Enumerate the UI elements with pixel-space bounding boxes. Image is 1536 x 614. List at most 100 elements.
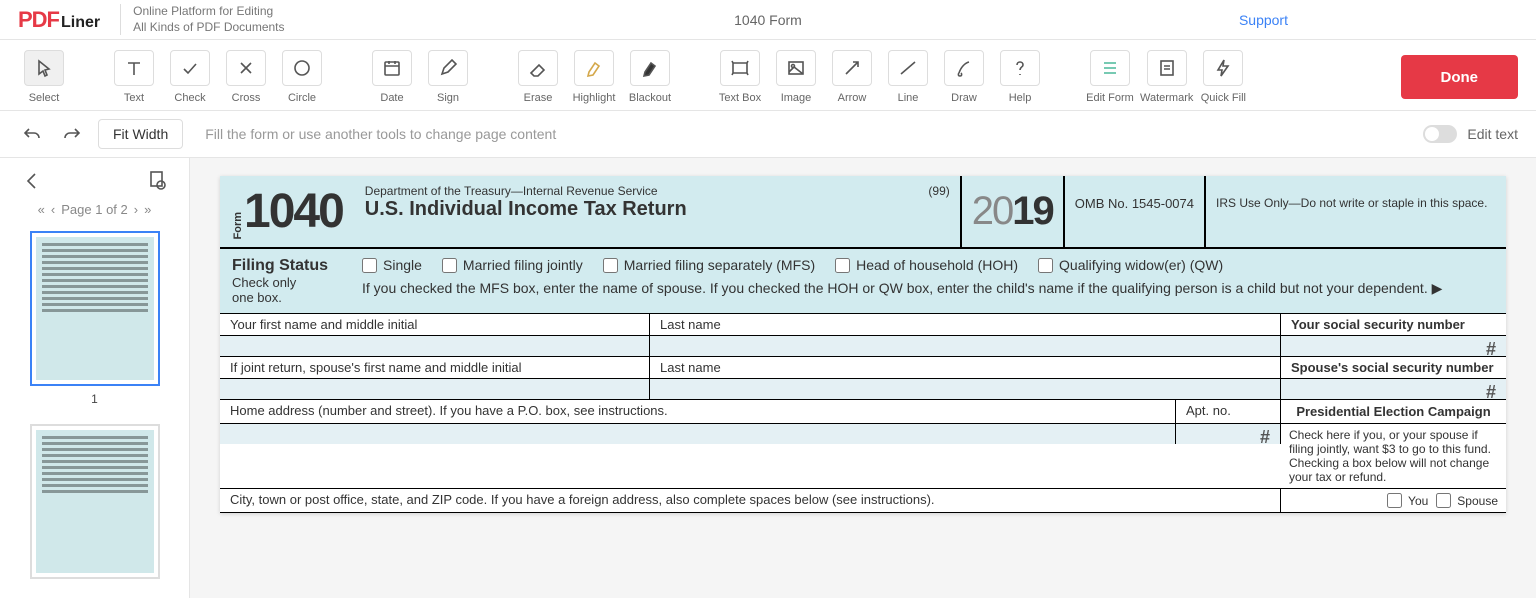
cb-qw[interactable]: Qualifying widow(er) (QW) [1038,257,1223,273]
cb-you[interactable]: You [1387,493,1428,508]
fname-label: Your first name and middle initial [220,314,650,335]
redo-button[interactable] [58,120,86,148]
draw-tool[interactable]: Draw [938,50,990,104]
slname-field[interactable] [650,379,1281,399]
pres-title: Presidential Election Campaign [1289,404,1498,419]
calendar-icon [382,58,402,78]
circle-icon [292,58,312,78]
form-1040: Form 1040 (99) Department of the Treasur… [220,176,1506,513]
done-button[interactable]: Done [1401,55,1519,99]
logo[interactable]: PDF Liner [18,7,100,33]
cb-hoh[interactable]: Head of household (HOH) [835,257,1018,273]
logo-liner: Liner [61,14,100,32]
blackout-icon [640,58,660,78]
date-tool[interactable]: Date [366,50,418,104]
apt-label: Apt. no. [1176,400,1281,423]
highlight-label: Highlight [573,92,616,104]
line-tool[interactable]: Line [882,50,934,104]
date-label: Date [380,92,403,104]
highlight-tool[interactable]: Highlight [568,50,620,104]
code-99: (99) [928,184,949,198]
secondary-bar: Fit Width Fill the form or use another t… [0,111,1536,158]
prev-page-icon[interactable]: ‹ [51,202,55,217]
addr-field[interactable] [220,424,1176,444]
ssn-field[interactable]: # [1281,336,1506,356]
sign-label: Sign [437,92,459,104]
arrow-icon [842,58,862,78]
fname-field[interactable] [220,336,650,356]
sfname-label: If joint return, spouse's first name and… [220,357,650,378]
text-label: Text [124,92,144,104]
support-link[interactable]: Support [1239,12,1288,28]
settings-doc-icon[interactable] [147,170,167,190]
cursor-icon [34,58,54,78]
back-icon[interactable] [22,170,42,190]
edit-text-label: Edit text [1467,126,1518,142]
question-icon [1010,58,1030,78]
select-tool[interactable]: Select [18,50,70,104]
textbox-tool[interactable]: Text Box [714,50,766,104]
circle-label: Circle [288,92,316,104]
cross-tool[interactable]: Cross [220,50,272,104]
watermark-label: Watermark [1140,92,1193,104]
image-tool[interactable]: Image [770,50,822,104]
filing-note: If you checked the MFS box, enter the na… [362,279,1494,299]
sssn-field[interactable]: # [1281,379,1506,399]
city-label: City, town or post office, state, and ZI… [220,489,1281,512]
check-label: Check [174,92,205,104]
select-label: Select [29,92,60,104]
help-tool[interactable]: Help [994,50,1046,104]
arrow-label: Arrow [838,92,867,104]
logo-pdf: PDF [18,7,59,33]
arrow-tool[interactable]: Arrow [826,50,878,104]
pager: « ‹ Page 1 of 2 › » [38,202,152,217]
quickfill-tool[interactable]: Quick Fill [1197,50,1249,104]
next-page-icon[interactable]: › [134,202,138,217]
image-icon [786,58,806,78]
omb-number: OMB No. 1545-0074 [1065,176,1206,247]
thumbnail-2[interactable] [30,424,160,579]
sidebar: « ‹ Page 1 of 2 › » 1 [0,158,190,598]
year-20: 20 [972,189,1013,234]
cross-label: Cross [232,92,261,104]
page-label: Page 1 of 2 [61,202,128,217]
document-viewer[interactable]: Form 1040 (99) Department of the Treasur… [190,158,1536,598]
thumbnail-1[interactable] [30,231,160,386]
toggle-switch[interactable] [1423,125,1457,143]
textbox-icon [730,58,750,78]
first-page-icon[interactable]: « [38,202,45,217]
watermark-tool[interactable]: Watermark [1140,50,1193,104]
fit-width-button[interactable]: Fit Width [98,119,183,149]
undo-button[interactable] [18,120,46,148]
sign-tool[interactable]: Sign [422,50,474,104]
cb-mfj[interactable]: Married filing jointly [442,257,583,273]
last-page-icon[interactable]: » [144,202,151,217]
help-label: Help [1009,92,1032,104]
blackout-tool[interactable]: Blackout [624,50,676,104]
cb-spouse[interactable]: Spouse [1436,493,1498,508]
filing-sub2: one box. [232,290,362,305]
cb-single[interactable]: Single [362,257,422,273]
editform-tool[interactable]: Edit Form [1084,50,1136,104]
pres-text: Check here if you, or your spouse if fil… [1281,424,1506,488]
sfname-field[interactable] [220,379,650,399]
erase-tool[interactable]: Erase [512,50,564,104]
tagline-2: All Kinds of PDF Documents [133,20,284,36]
circle-tool[interactable]: Circle [276,50,328,104]
irs-use-only: IRS Use Only—Do not write or staple in t… [1206,176,1506,247]
cross-icon [236,58,256,78]
line-label: Line [898,92,919,104]
text-tool[interactable]: Text [108,50,160,104]
lname-field[interactable] [650,336,1281,356]
apt-field[interactable]: # [1176,424,1281,444]
check-tool[interactable]: Check [164,50,216,104]
addr-label: Home address (number and street). If you… [220,400,1176,423]
cb-mfs[interactable]: Married filing separately (MFS) [603,257,815,273]
form-word: Form [232,212,244,240]
edit-text-toggle[interactable]: Edit text [1423,125,1518,143]
toolbar: Select Text Check Cross Circle Date Sign… [0,40,1536,111]
app-header: PDF Liner Online Platform for Editing Al… [0,0,1536,40]
thumb-1-label: 1 [91,392,98,406]
text-icon [124,58,144,78]
blackout-label: Blackout [629,92,671,104]
